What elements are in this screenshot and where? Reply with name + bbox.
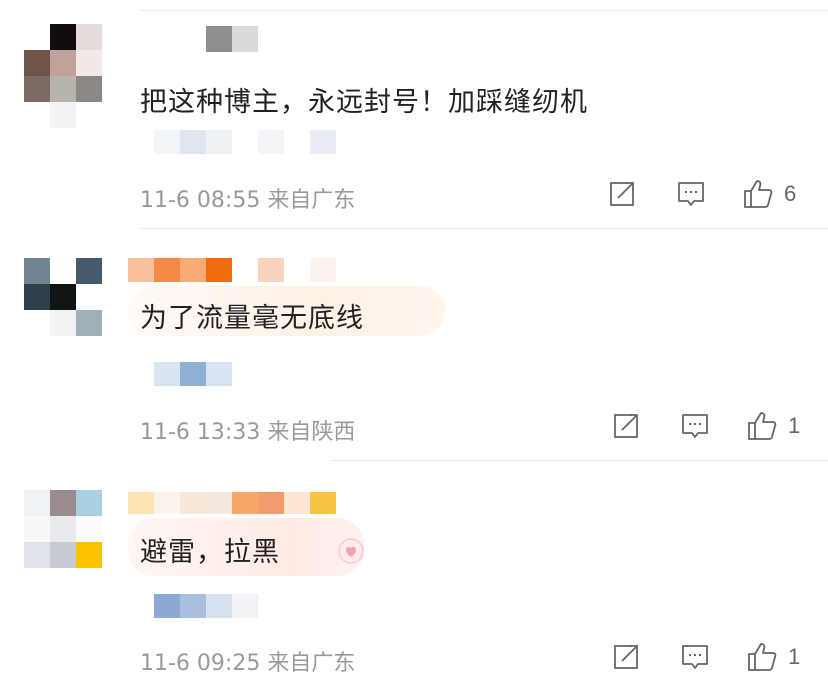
reply-button[interactable] <box>680 643 710 673</box>
share-icon <box>610 182 634 206</box>
share-button[interactable] <box>608 180 636 208</box>
like-button[interactable]: 1 <box>746 641 800 673</box>
share-icon <box>614 645 638 669</box>
heart-sticker-icon <box>338 538 364 564</box>
comment-time: 11-6 09:25 <box>140 651 261 676</box>
avatar[interactable] <box>24 24 128 128</box>
comment-meta: 11-6 09:25 来自广东 <box>140 645 355 677</box>
comment-text: 为了流量毫无底线 <box>140 303 364 334</box>
username[interactable] <box>128 258 336 282</box>
comment-icon <box>678 182 704 206</box>
comment-list: 把这种博主，永远封号！加踩缝纫机 11-6 08:55 来自广东 6 为了流量毫… <box>0 0 828 690</box>
comment-meta: 11-6 13:33 来自陕西 <box>140 414 355 446</box>
reply-button[interactable] <box>676 180 706 210</box>
comment-location: 来自广东 <box>267 188 356 213</box>
share-icon <box>614 414 638 438</box>
comment-meta: 11-6 08:55 来自广东 <box>140 182 355 214</box>
avatar[interactable] <box>24 490 102 568</box>
divider <box>330 460 828 461</box>
thumbs-up-icon <box>748 643 777 671</box>
like-count: 1 <box>788 413 801 438</box>
comment-icon <box>682 645 708 669</box>
comment-badges <box>154 362 232 386</box>
like-count: 1 <box>788 644 801 669</box>
divider <box>140 10 828 11</box>
thumbs-up-icon <box>748 412 777 440</box>
comment-location: 来自陕西 <box>267 420 356 445</box>
comment-time: 11-6 13:33 <box>140 420 261 445</box>
reply-button[interactable] <box>680 412 710 442</box>
comment-text: 避雷，拉黑 <box>140 537 280 568</box>
comment-badges <box>154 130 336 154</box>
username[interactable] <box>128 492 336 514</box>
like-button[interactable]: 6 <box>742 178 796 210</box>
avatar[interactable] <box>24 258 102 336</box>
share-button[interactable] <box>612 643 640 671</box>
like-count: 6 <box>784 181 797 206</box>
like-button[interactable]: 1 <box>746 410 800 442</box>
thumbs-up-icon <box>744 180 773 208</box>
divider <box>140 228 828 229</box>
comment-location: 来自广东 <box>267 651 356 676</box>
comment-icon <box>682 414 708 438</box>
username[interactable] <box>180 26 258 52</box>
comment-time: 11-6 08:55 <box>140 188 261 213</box>
share-button[interactable] <box>612 412 640 440</box>
comment-text: 把这种博主，永远封号！加踩缝纫机 <box>140 87 588 118</box>
comment-badges <box>154 594 258 618</box>
